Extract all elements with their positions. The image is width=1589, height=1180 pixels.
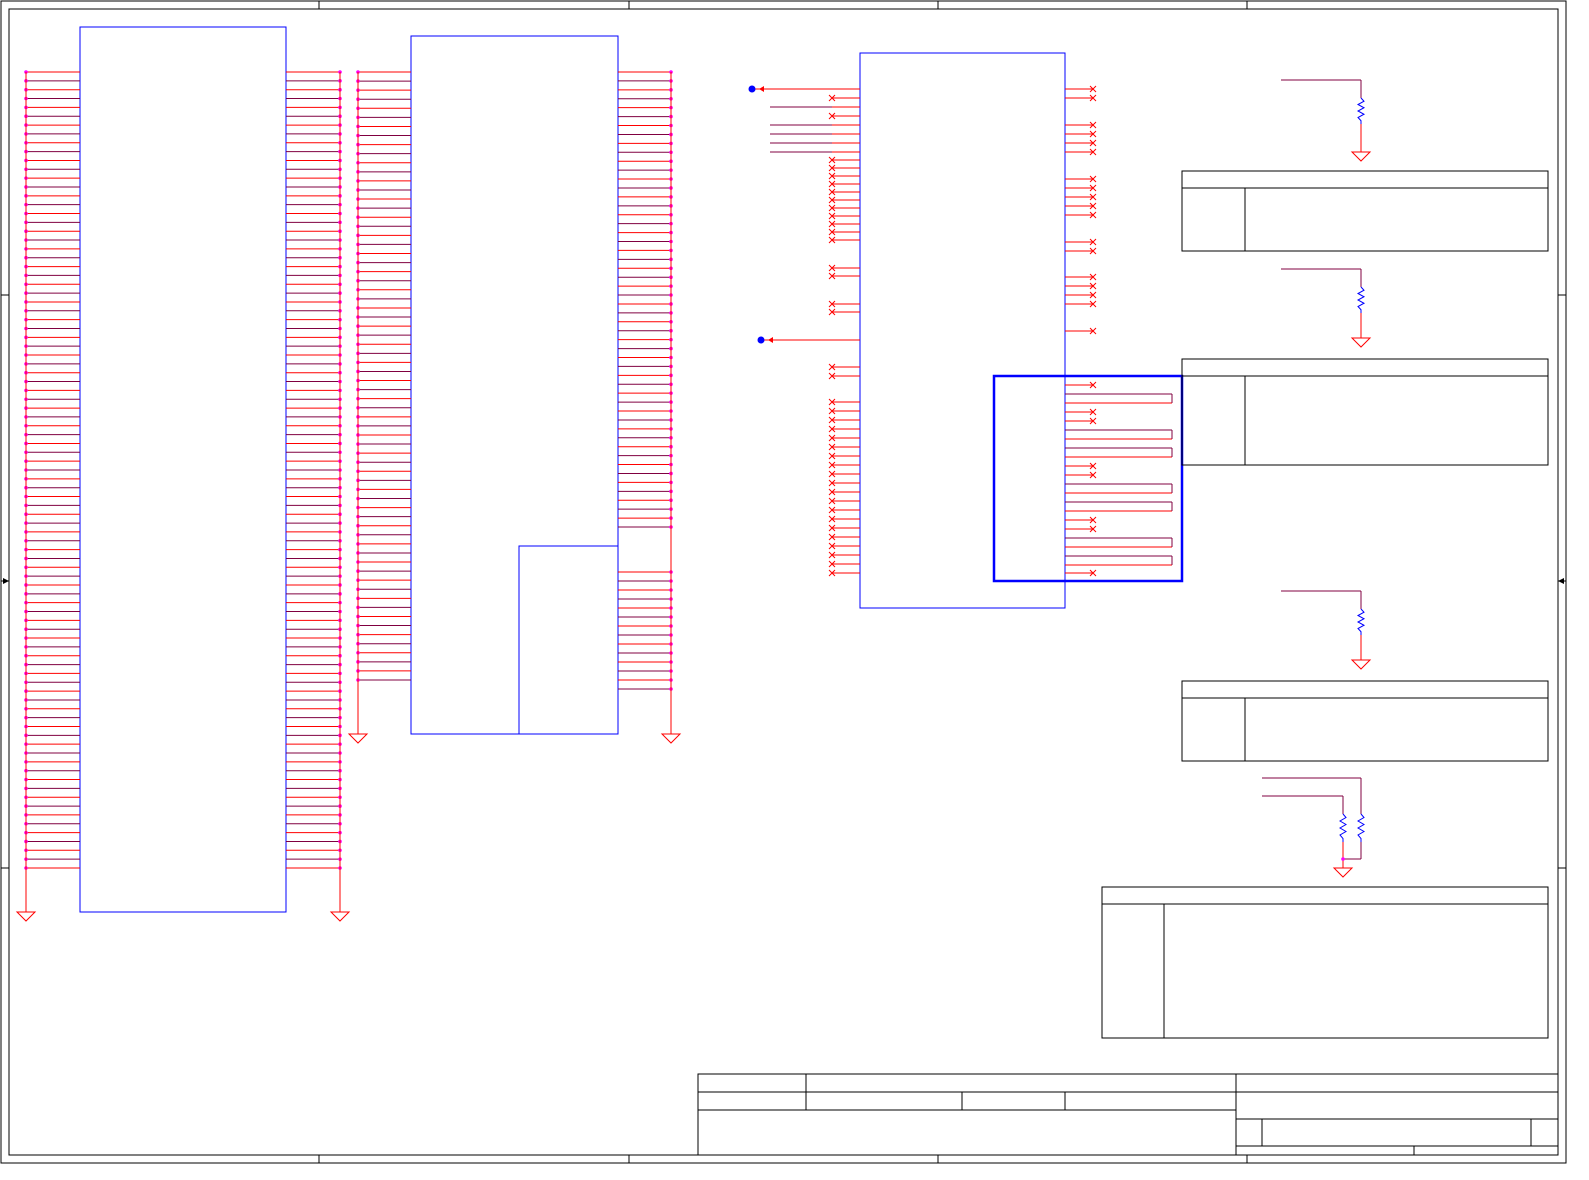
resistor-networks — [1262, 79, 1372, 878]
inner-border — [8, 8, 1559, 1156]
resistor-symbol — [1339, 813, 1347, 842]
title-block-border — [697, 1073, 1559, 1156]
ic-body — [859, 52, 1066, 609]
resistor-symbol — [1356, 97, 1366, 124]
connector-body — [79, 26, 287, 913]
ground-symbol — [1332, 867, 1354, 878]
ground-symbol — [1350, 151, 1372, 162]
schematic-canvas — [0, 0, 1567, 1164]
connector-mid-header — [347, 35, 682, 744]
connector-sub-body — [518, 545, 619, 735]
note-table — [1181, 358, 1549, 466]
port-dot — [748, 85, 756, 93]
ground-symbol — [329, 911, 351, 922]
ground-symbol — [1350, 659, 1372, 670]
note-table — [1181, 680, 1549, 762]
drawing-frame — [0, 0, 1567, 1164]
port-arrow — [759, 86, 764, 92]
selection-box — [992, 374, 1184, 583]
junction-dot — [1341, 857, 1345, 861]
resistor-symbol — [1357, 813, 1365, 842]
note-tables — [1101, 170, 1549, 1039]
ic-main — [748, 52, 1184, 609]
port-arrow — [768, 337, 773, 343]
resistor-symbol — [1356, 608, 1366, 635]
ground-symbol — [660, 733, 682, 744]
outer-border — [0, 0, 1567, 1164]
ground-symbol — [15, 911, 37, 922]
connector-left-header — [15, 26, 351, 922]
connector-body — [410, 35, 619, 735]
title-block — [697, 1073, 1559, 1156]
ground-symbol — [1350, 337, 1372, 348]
ground-symbol — [347, 733, 369, 744]
schematic-sheet — [0, 0, 1589, 1180]
zone-arrow-right — [1558, 578, 1564, 584]
zone-arrow-left — [3, 578, 9, 584]
note-table — [1101, 886, 1549, 1039]
port-dot — [757, 336, 765, 344]
note-table — [1181, 170, 1549, 252]
resistor-symbol — [1356, 286, 1366, 313]
